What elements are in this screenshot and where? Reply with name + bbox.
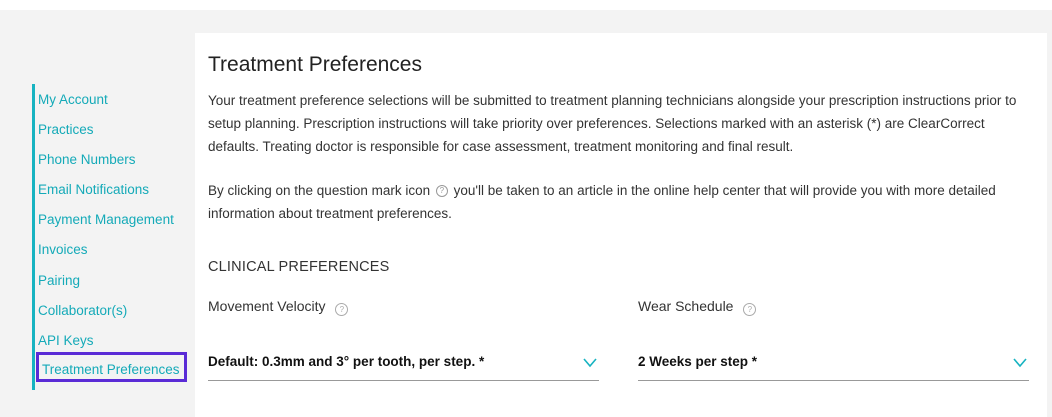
sidebar-item-treatment-preferences[interactable]: Treatment Preferences [36,352,187,382]
wear-schedule-label-text: Wear Schedule [638,298,734,314]
wear-schedule-help-icon[interactable]: ? [743,303,757,316]
intro-paragraph: Your treatment preference selections wil… [208,93,1017,154]
movement-velocity-label: Movement Velocity ? [208,298,349,316]
sidebar-item-pairing[interactable]: Pairing [38,271,80,291]
sidebar-item-invoices[interactable]: Invoices [38,240,88,260]
wear-schedule-select[interactable]: 2 Weeks per step * [638,348,1029,381]
chevron-down-icon[interactable] [1013,358,1027,368]
wear-schedule-label: Wear Schedule ? [638,298,757,316]
page-title: Treatment Preferences [208,53,422,76]
help-text-before: By clicking on the question mark icon [208,183,431,198]
question-mark-icon: ? [435,184,448,197]
sidebar-item-email-notifications[interactable]: Email Notifications [38,180,149,200]
sidebar-item-collaborators[interactable]: Collaborator(s) [38,301,127,321]
movement-velocity-value: Default: 0.3mm and 3° per tooth, per ste… [208,354,485,369]
sidebar-item-phone-numbers[interactable]: Phone Numbers [38,150,136,170]
chevron-down-icon[interactable] [583,358,597,368]
sidebar-item-practices[interactable]: Practices [38,120,94,140]
movement-velocity-select[interactable]: Default: 0.3mm and 3° per tooth, per ste… [208,348,599,381]
treatment-preferences-card: Treatment Preferences Your treatment pre… [195,33,1047,417]
sidebar-item-api-keys[interactable]: API Keys [38,331,94,351]
sidebar-item-my-account[interactable]: My Account [38,90,108,110]
wear-schedule-value: 2 Weeks per step * [638,354,758,369]
top-bar [0,0,1052,10]
movement-velocity-label-text: Movement Velocity [208,298,326,314]
movement-velocity-help-icon[interactable]: ? [335,303,349,316]
help-paragraph: By clicking on the question mark icon ? … [208,179,1038,225]
account-sidebar: My Account Practices Phone Numbers Email… [32,84,187,390]
clinical-preferences-heading: CLINICAL PREFERENCES [208,259,390,275]
sidebar-item-payment-management[interactable]: Payment Management [38,210,174,230]
